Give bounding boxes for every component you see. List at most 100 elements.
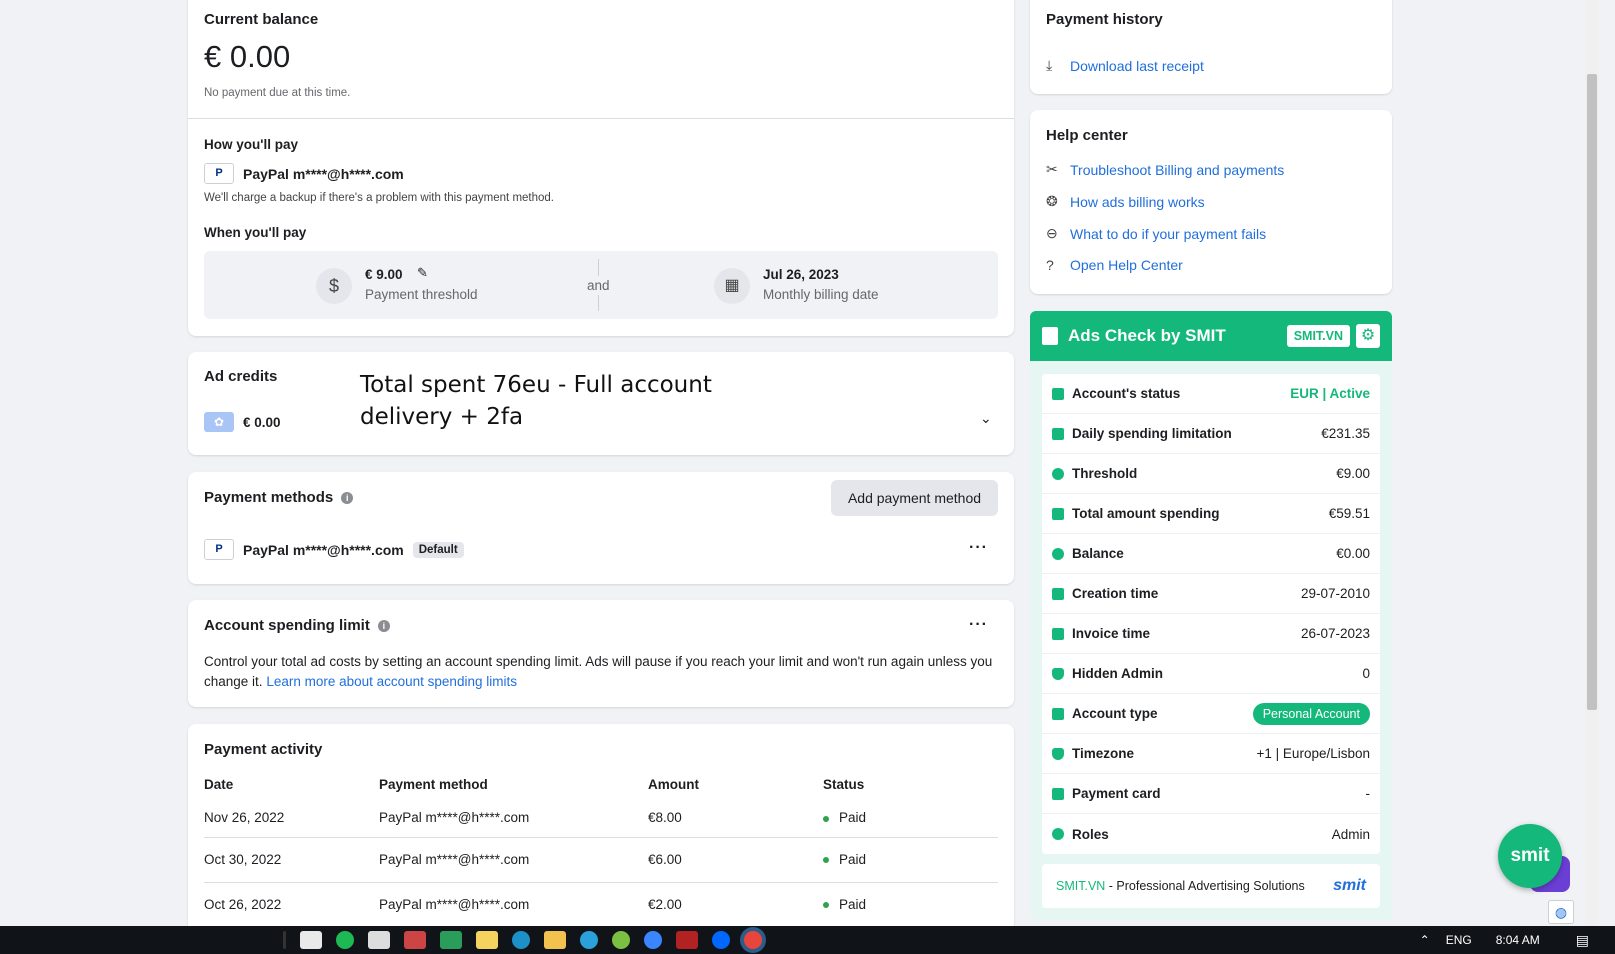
- user-icon: [1052, 707, 1064, 720]
- globe-icon[interactable]: ◍: [1548, 900, 1574, 924]
- smit-footer-brand[interactable]: SMIT.VN: [1056, 879, 1105, 893]
- chevron-down-icon[interactable]: ⌄: [980, 410, 992, 427]
- scrollbar-thumb[interactable]: [1587, 74, 1597, 710]
- language-indicator[interactable]: ENG: [1446, 933, 1472, 947]
- smit-row-invoice-time: Invoice time 26-07-2023: [1042, 614, 1380, 654]
- smit-info-list: Account's status EUR | Active Daily spend…: [1042, 374, 1380, 854]
- zalo-app-icon[interactable]: [712, 931, 730, 949]
- column-header[interactable]: Amount: [648, 769, 823, 799]
- smit-label: Total amount spending: [1072, 506, 1220, 521]
- chart-icon: [1052, 387, 1064, 400]
- how-pay-method: PayPal m****@h****.com: [243, 165, 404, 182]
- ad-credit-icon: ✿: [204, 412, 234, 432]
- smit-label: Daily spending limitation: [1072, 426, 1232, 441]
- smit-value: +1 | Europe/Lisbon: [1256, 746, 1370, 761]
- smit-value: €231.35: [1321, 426, 1370, 441]
- smit-value: 0: [1362, 666, 1370, 681]
- row-date: Oct 26, 2022: [204, 882, 379, 928]
- row-method: PayPal m****@h****.com: [379, 799, 648, 838]
- table-row[interactable]: Nov 26, 2022 PayPal m****@h****.com €8.0…: [204, 799, 998, 838]
- smit-label: Roles: [1072, 826, 1109, 842]
- info-icon[interactable]: i: [341, 491, 354, 504]
- help-link-payment-fails[interactable]: What to do if your payment fails: [1070, 226, 1266, 242]
- ad-credits-card: Ad credits ✿ € 0.00 Total spent 76eu - F…: [188, 352, 1014, 455]
- row-status: Paid: [823, 837, 998, 883]
- row-status: Paid: [823, 882, 998, 928]
- notifications-icon[interactable]: ▤: [1576, 932, 1589, 949]
- current-balance-title: Current balance: [204, 11, 319, 28]
- row-amount: €2.00: [648, 882, 823, 928]
- calendar-icon: ▦: [714, 268, 750, 304]
- wrench-icon: ✂: [1046, 161, 1058, 177]
- smit-value: 26-07-2023: [1300, 626, 1370, 641]
- gear-icon[interactable]: ⚙: [1356, 324, 1380, 348]
- notion-app-icon[interactable]: [300, 931, 322, 949]
- telegram-app-icon[interactable]: [580, 931, 598, 949]
- paid-dot-icon: [823, 902, 829, 909]
- payment-methods-title: Payment methods: [204, 489, 334, 506]
- plus-app-icon[interactable]: [644, 931, 662, 949]
- help-link-open-help-center[interactable]: Open Help Center: [1070, 257, 1183, 273]
- more-icon[interactable]: ···: [969, 616, 988, 634]
- smit-bubble-button[interactable]: smit: [1498, 824, 1562, 888]
- row-status-text: Paid: [839, 852, 867, 867]
- edge-app-icon[interactable]: [512, 931, 530, 949]
- smit-value: €59.51: [1328, 506, 1370, 521]
- smit-row-timezone: Timezone +1 | Europe/Lisbon: [1042, 734, 1380, 774]
- refresh-app-icon[interactable]: [612, 931, 630, 949]
- tray-chevron-icon[interactable]: ⌃: [1420, 933, 1430, 947]
- row-date: Nov 26, 2022: [204, 799, 379, 838]
- row-status: Paid: [823, 799, 998, 838]
- table-header-row: Date Payment method Amount Status: [204, 769, 998, 799]
- column-header[interactable]: Status: [823, 769, 998, 799]
- download-receipt-link[interactable]: Download last receipt: [1070, 58, 1204, 74]
- smit-footer-text: - Professional Advertising Solutions: [1105, 879, 1305, 893]
- smit-label: Creation time: [1072, 586, 1159, 601]
- folder-app-icon[interactable]: [544, 931, 566, 949]
- app-icon[interactable]: [404, 931, 426, 949]
- smit-account-type-badge: Personal Account: [1252, 702, 1370, 725]
- chrome-app-icon[interactable]: [744, 931, 762, 949]
- notepad-app-icon[interactable]: [368, 931, 390, 949]
- spending-limit-learn-more-link[interactable]: Learn more about account spending limits: [266, 674, 517, 689]
- spotify-app-icon[interactable]: [336, 931, 354, 949]
- smit-row-daily-limit: Daily spending limitation €231.35: [1042, 414, 1380, 454]
- smit-badge[interactable]: SMIT.VN: [1286, 325, 1350, 347]
- table-row[interactable]: Oct 30, 2022 PayPal m****@h****.com €6.0…: [204, 837, 998, 883]
- dollar-icon: [1052, 547, 1064, 560]
- smit-row-payment-card: Payment card -: [1042, 774, 1380, 814]
- smit-row-total-spending: Total amount spending €59.51: [1042, 494, 1380, 534]
- smit-row-threshold: Threshold €9.00: [1042, 454, 1380, 494]
- filezilla-app-icon[interactable]: [676, 931, 698, 949]
- scrollbar[interactable]: [1585, 0, 1599, 926]
- add-payment-method-button[interactable]: Add payment method: [831, 480, 998, 516]
- question-circle-icon: ?: [1046, 257, 1054, 273]
- smit-label: Invoice time: [1072, 626, 1151, 641]
- table-row[interactable]: Oct 26, 2022 PayPal m****@h****.com €2.0…: [204, 882, 998, 928]
- column-header[interactable]: Date: [204, 769, 379, 799]
- shield-icon: [1052, 667, 1064, 680]
- separator-icon: [283, 931, 286, 949]
- shield-app-icon[interactable]: [440, 931, 462, 949]
- info-icon[interactable]: i: [377, 619, 390, 632]
- clock[interactable]: 8:04 AM: [1496, 933, 1540, 947]
- smit-value: Admin: [1331, 826, 1370, 842]
- paypal-icon: P: [204, 539, 234, 560]
- smit-value: €0.00: [1336, 546, 1370, 561]
- smit-label: Account's status: [1072, 386, 1181, 401]
- card-icon: [1052, 787, 1064, 800]
- smit-value: -: [1365, 786, 1371, 801]
- pencil-icon[interactable]: ✎: [417, 265, 428, 281]
- help-link-troubleshoot[interactable]: Troubleshoot Billing and payments: [1070, 162, 1284, 178]
- network-icon: ❂: [1046, 193, 1058, 209]
- smit-header: Ads Check by SMIT SMIT.VN ⚙: [1030, 311, 1392, 361]
- payment-methods-card: Payment methods i Add payment method P P…: [188, 472, 1014, 584]
- gauge-icon: [1052, 467, 1064, 480]
- smit-value: €9.00: [1336, 466, 1370, 481]
- more-icon[interactable]: ···: [969, 539, 988, 557]
- notes-app-icon[interactable]: [476, 931, 498, 949]
- column-header[interactable]: Payment method: [379, 769, 648, 799]
- help-link-billing-works[interactable]: How ads billing works: [1070, 194, 1205, 210]
- spending-limit-card: Account spending limit i ··· Control you…: [188, 600, 1014, 707]
- default-badge: Default: [412, 541, 464, 558]
